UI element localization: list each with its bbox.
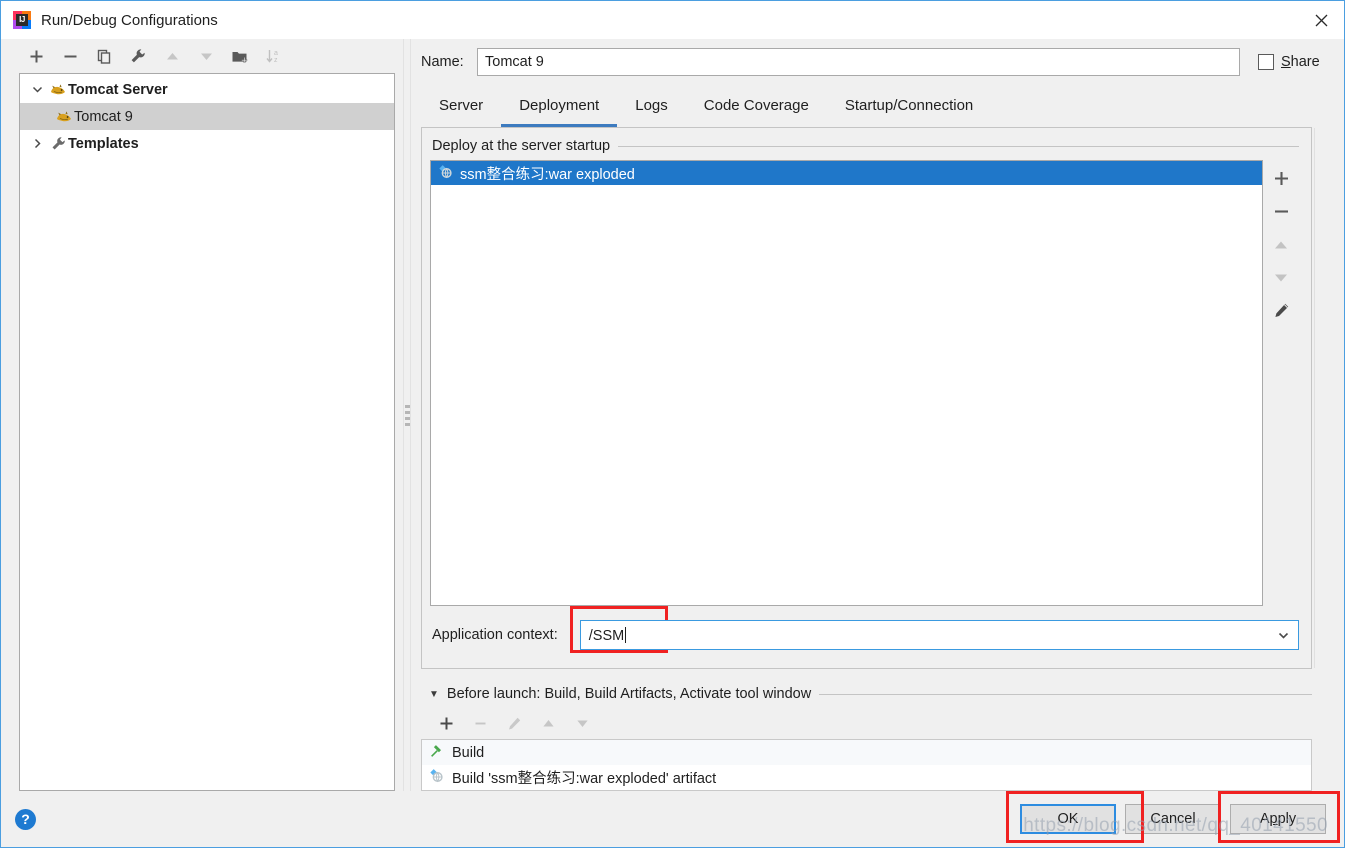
application-context-label: Application context:	[432, 627, 558, 643]
list-item[interactable]: ssm整合练习:war exploded	[431, 161, 1262, 185]
deployment-area: ssm整合练习:war exploded	[430, 160, 1299, 606]
list-item[interactable]: Build	[422, 740, 1311, 765]
application-context-input[interactable]: /SSM	[581, 626, 1268, 644]
add-artifact-button[interactable]	[1264, 162, 1298, 195]
dialog-buttons: OK Cancel Ap ply	[1006, 791, 1340, 843]
wrench-icon[interactable]	[121, 41, 155, 71]
tree-node-label: Templates	[68, 135, 139, 152]
ok-button[interactable]: OK	[1020, 804, 1116, 834]
name-label: Name:	[421, 54, 464, 70]
checkbox-box[interactable]	[1258, 54, 1274, 70]
name-row: Name: Share	[421, 39, 1330, 85]
artifact-icon	[429, 768, 444, 787]
tab-panel-scrollbar[interactable]	[1314, 128, 1329, 668]
share-checkbox[interactable]: Share	[1240, 54, 1330, 70]
tab-code-coverage[interactable]: Code Coverage	[686, 87, 827, 127]
dialog-footer: ? OK Cancel Ap ply https://blog.csdn.net/…	[1, 791, 1344, 847]
folder-add-icon[interactable]	[223, 41, 257, 71]
task-move-down-button	[565, 708, 599, 738]
wrench-icon	[48, 136, 68, 151]
application-context-combo[interactable]: /SSM	[579, 620, 1299, 650]
svg-text:a: a	[274, 50, 278, 57]
tab-deployment[interactable]: Deployment	[501, 87, 618, 127]
application-context-row: Application context: /SSM	[430, 606, 1299, 656]
remove-task-button	[463, 708, 497, 738]
svg-text:z: z	[274, 57, 278, 64]
list-item-label: ssm整合练习:war exploded	[460, 166, 635, 183]
configuration-editor-pane: Name: Share Server Deployment Logs Code …	[413, 39, 1344, 791]
move-artifact-up-button	[1264, 228, 1298, 261]
tab-server[interactable]: Server	[421, 87, 501, 127]
divider	[819, 693, 1312, 695]
tree-node-label: Tomcat Server	[68, 81, 168, 98]
pane-splitter[interactable]	[401, 39, 413, 791]
configurations-pane: a z Tomcat Server Tomcat 9 Templates	[1, 39, 401, 791]
triangle-down-icon[interactable]: ▼	[429, 689, 439, 700]
tomcat-cat-icon	[54, 110, 74, 124]
remove-configuration-button[interactable]	[53, 41, 87, 71]
chevron-down-icon[interactable]	[1268, 629, 1298, 642]
tree-node-tomcat-server[interactable]: Tomcat Server	[20, 76, 394, 103]
move-artifact-down-button	[1264, 261, 1298, 294]
list-item-label: Build	[452, 744, 485, 761]
tree-node-templates[interactable]: Templates	[20, 130, 394, 157]
dialog-body: a z Tomcat Server Tomcat 9 Templates Nam…	[1, 39, 1344, 791]
task-move-up-button	[531, 708, 565, 738]
before-launch-section: ▼ Before launch: Build, Build Artifacts,…	[421, 681, 1312, 791]
intellij-idea-icon: IJ	[13, 11, 31, 29]
before-launch-header[interactable]: ▼ Before launch: Build, Build Artifacts,…	[421, 681, 1312, 707]
name-input[interactable]	[477, 48, 1240, 76]
remove-artifact-button[interactable]	[1264, 195, 1298, 228]
add-configuration-button[interactable]	[19, 41, 53, 71]
title-bar: IJ Run/Debug Configurations	[1, 1, 1344, 39]
list-item-label: Build 'ssm整合练习:war exploded' artifact	[452, 771, 717, 787]
before-launch-task-list[interactable]: Build Build 'ssm整合练习:war exploded' artif…	[421, 739, 1312, 791]
editor-tabs: Server Deployment Logs Code Coverage Sta…	[421, 85, 1312, 127]
deployment-tab-panel: Deploy at the server startup ssm整合练习:war…	[421, 127, 1329, 669]
tomcat-cat-icon	[48, 83, 68, 97]
cancel-button[interactable]: Cancel	[1125, 804, 1221, 834]
tree-node-label: Tomcat 9	[74, 108, 133, 125]
arrow-up-icon	[155, 41, 189, 71]
tree-toolbar: a z	[1, 39, 401, 73]
deploy-group-title: Deploy at the server startup	[432, 138, 1299, 154]
tree-node-tomcat-9[interactable]: Tomcat 9	[20, 103, 394, 130]
hammer-icon	[429, 743, 444, 762]
help-question-icon[interactable]: ?	[15, 808, 36, 830]
deployment-side-toolbar	[1263, 160, 1299, 606]
edit-task-button	[497, 708, 531, 738]
edit-artifact-button[interactable]	[1264, 294, 1298, 327]
before-launch-toolbar	[421, 707, 1312, 739]
chevron-right-icon[interactable]	[26, 138, 48, 149]
deployment-list[interactable]: ssm整合练习:war exploded	[430, 160, 1263, 606]
splitter-handle-icon	[404, 404, 410, 426]
copy-icon[interactable]	[87, 41, 121, 71]
apply-button[interactable]: Ap ply	[1230, 804, 1326, 834]
sort-az-icon: a z	[257, 41, 291, 71]
tab-logs[interactable]: Logs	[617, 87, 686, 127]
add-task-button[interactable]	[429, 708, 463, 738]
before-launch-title: Before launch: Build, Build Artifacts, A…	[446, 686, 812, 702]
artifact-icon	[438, 164, 453, 183]
configurations-tree[interactable]: Tomcat Server Tomcat 9 Templates	[19, 73, 395, 791]
tab-startup-connection[interactable]: Startup/Connection	[827, 87, 991, 127]
close-icon[interactable]	[1298, 1, 1344, 39]
share-label: Share	[1281, 54, 1320, 70]
run-debug-configurations-dialog: IJ Run/Debug Configurations a z Tomcat S…	[0, 0, 1345, 848]
deploy-group-label: Deploy at the server startup	[432, 138, 611, 154]
chevron-down-icon[interactable]	[26, 84, 48, 95]
list-item[interactable]: Build 'ssm整合练习:war exploded' artifact	[422, 765, 1311, 790]
divider	[618, 145, 1299, 147]
window-title: Run/Debug Configurations	[41, 11, 218, 29]
arrow-down-icon	[189, 41, 223, 71]
